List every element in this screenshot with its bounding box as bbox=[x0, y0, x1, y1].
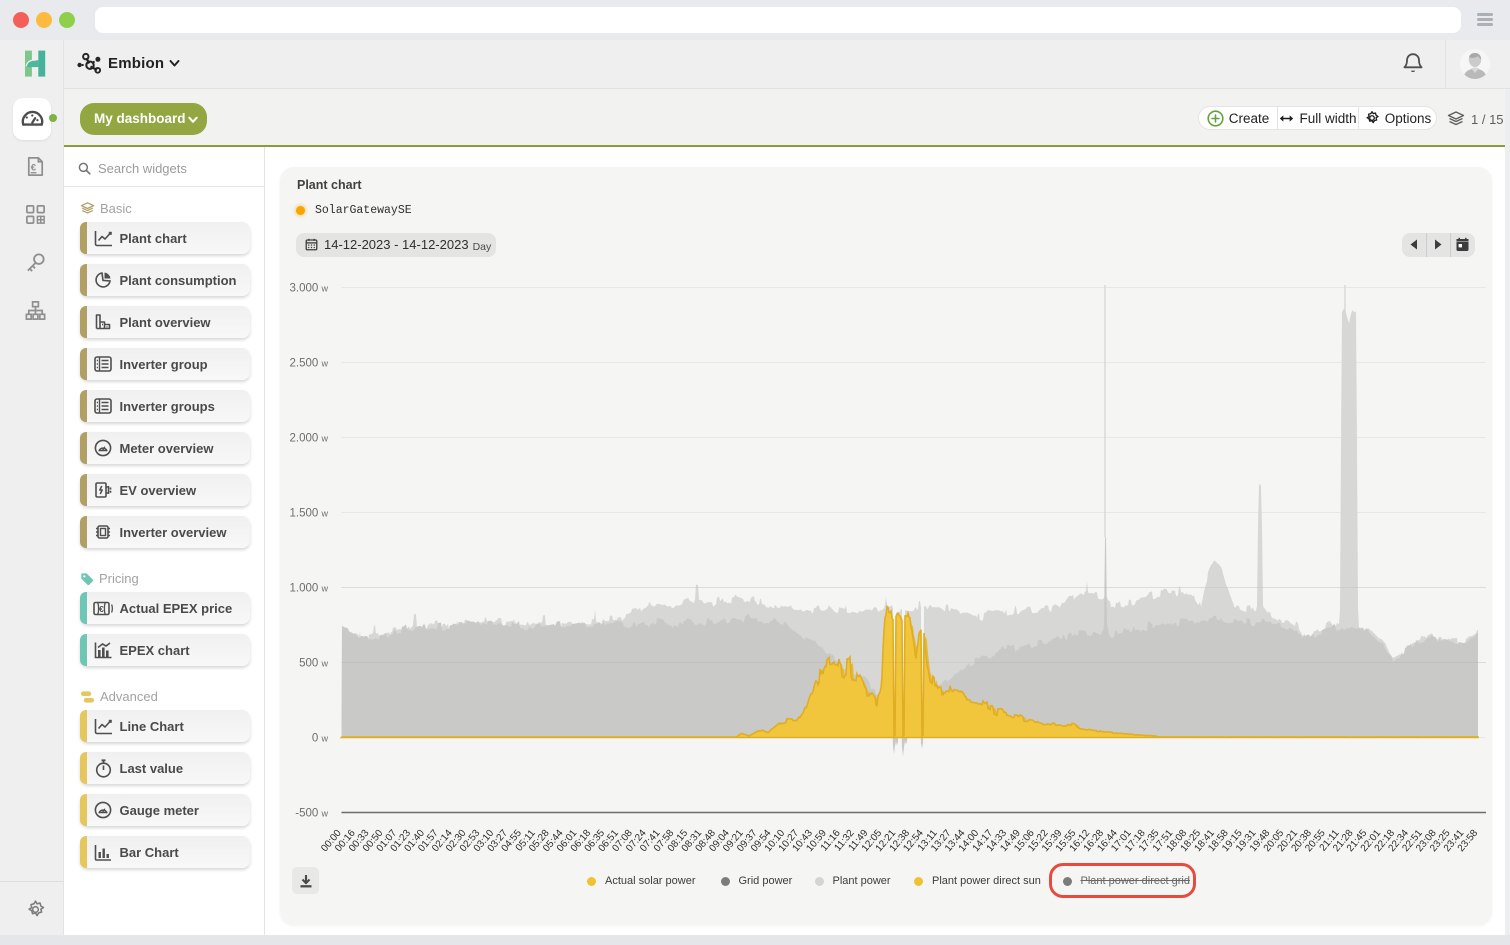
svg-text:0 w: 0 w bbox=[312, 733, 329, 745]
svg-text:500 w: 500 w bbox=[299, 658, 328, 670]
svg-text:1.000 w: 1.000 w bbox=[290, 583, 329, 595]
svg-text:-500 w: -500 w bbox=[295, 808, 328, 820]
svg-text:€: € bbox=[99, 603, 104, 613]
svg-text:€: € bbox=[31, 162, 37, 173]
svg-text:3.000 w: 3.000 w bbox=[290, 283, 329, 295]
svg-text:1.500 w: 1.500 w bbox=[290, 508, 329, 520]
svg-text:2.500 w: 2.500 w bbox=[290, 358, 329, 370]
svg-text:2.000 w: 2.000 w bbox=[290, 433, 329, 445]
